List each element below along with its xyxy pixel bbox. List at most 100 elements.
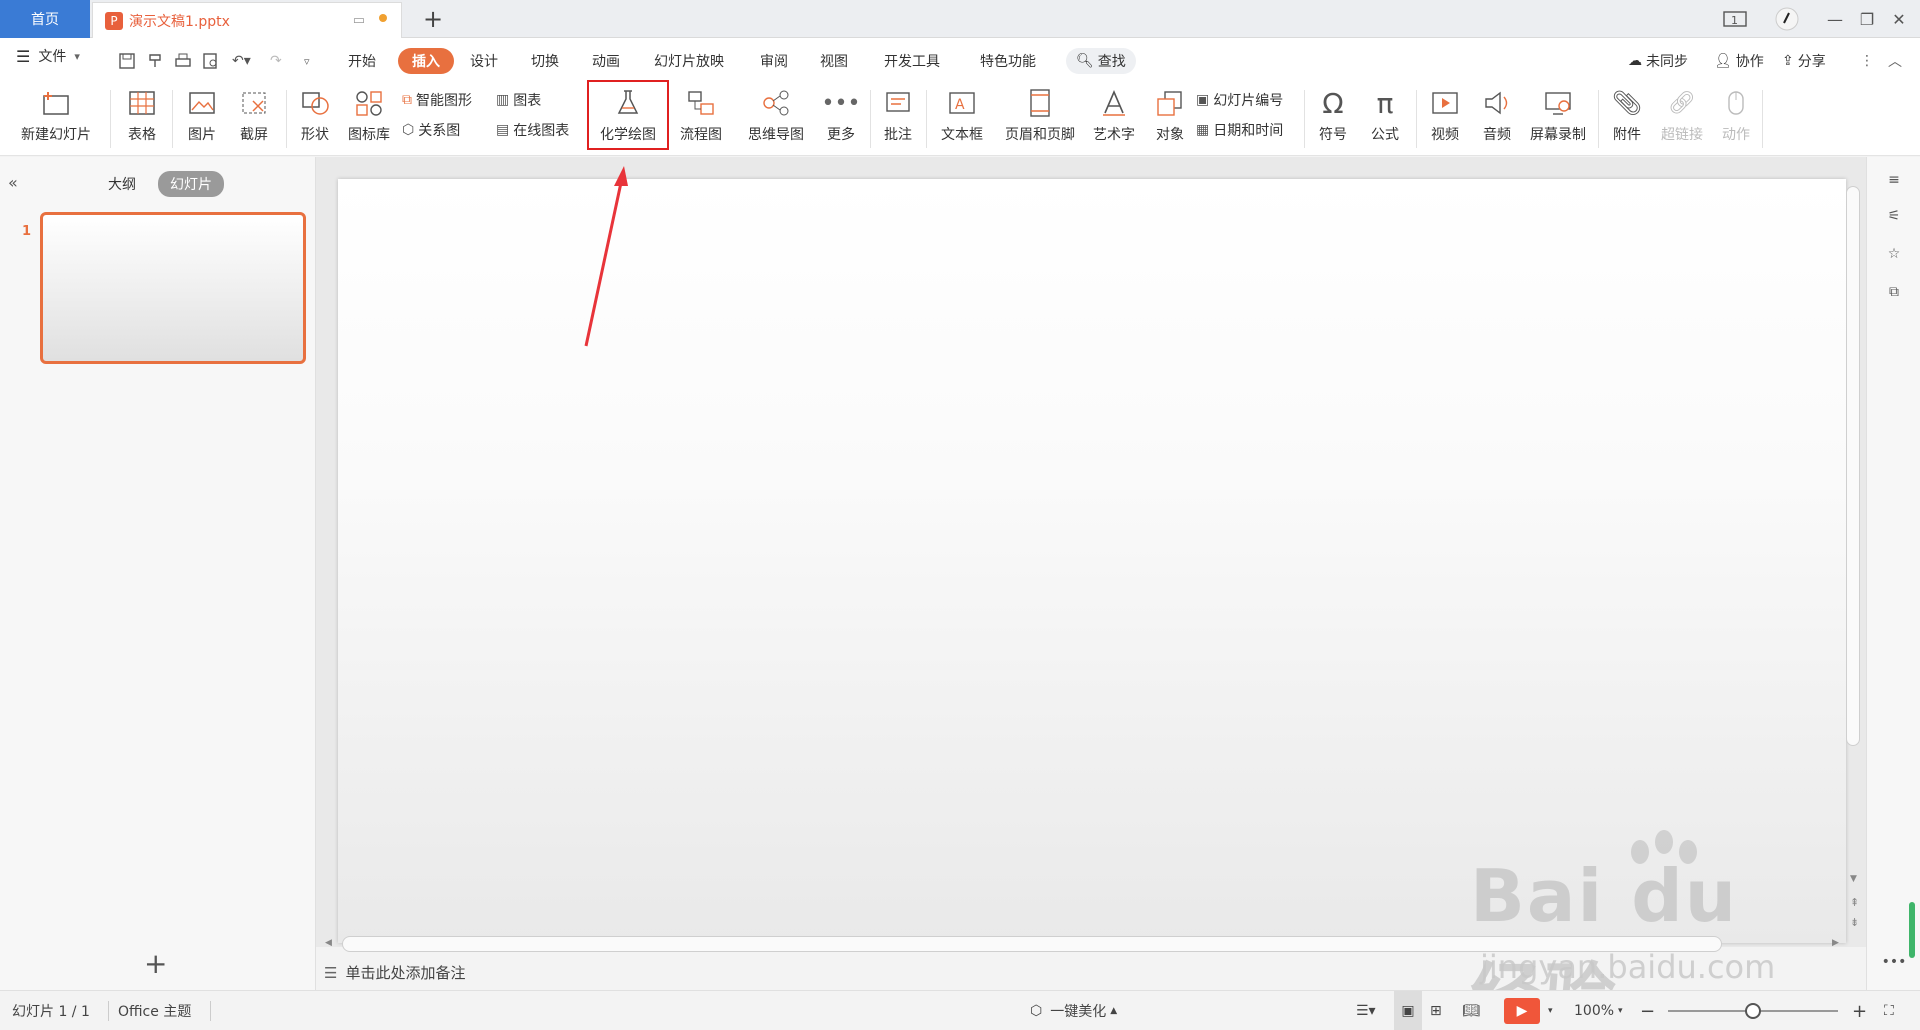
vertical-scrollbar[interactable] bbox=[1846, 186, 1860, 746]
file-menu[interactable]: 文件 bbox=[38, 46, 66, 66]
flowchart-button[interactable]: 流程图 bbox=[670, 82, 732, 156]
online-chart-button[interactable]: ▤ 在线图表 bbox=[496, 118, 569, 142]
next-slide-icon[interactable]: ⇟ bbox=[1850, 916, 1859, 929]
beautify-button[interactable]: ⬡ 一键美化 ▲ bbox=[1030, 991, 1117, 1030]
date-time-button[interactable]: ▦ 日期和时间 bbox=[1196, 118, 1283, 142]
table-button[interactable]: 表格 bbox=[118, 82, 166, 156]
shape-button[interactable]: 形状 bbox=[292, 82, 338, 156]
screenshot-button[interactable]: 截屏 bbox=[230, 82, 278, 156]
tab-slideshow[interactable]: 幻灯片放映 bbox=[654, 48, 724, 74]
menu-lines-icon[interactable]: ≡ bbox=[1881, 167, 1907, 193]
icon-library-button[interactable]: 图标库 bbox=[344, 82, 394, 156]
restore-icon[interactable]: ❐ bbox=[1852, 0, 1882, 38]
slide-canvas[interactable] bbox=[338, 179, 1846, 943]
transition-icon[interactable]: ⧉ bbox=[1881, 279, 1907, 305]
monitor-icon[interactable]: ▭ bbox=[353, 13, 365, 28]
more-options-icon[interactable]: ⋮ bbox=[1860, 48, 1874, 74]
slide-number-button[interactable]: ▣ 幻灯片编号 bbox=[1196, 88, 1283, 112]
tab-outline[interactable]: 大纲 bbox=[96, 171, 148, 197]
format-painter-icon[interactable] bbox=[146, 48, 164, 74]
tab-view[interactable]: 视图 bbox=[820, 48, 848, 74]
new-tab-button[interactable]: + bbox=[418, 4, 448, 34]
sync-status[interactable]: ☁ 未同步 bbox=[1628, 48, 1688, 74]
header-footer-button[interactable]: 页眉和页脚 bbox=[1000, 82, 1080, 156]
formula-button[interactable]: π 公式 bbox=[1362, 82, 1408, 156]
action-button[interactable]: 动作 bbox=[1716, 82, 1756, 156]
add-slide-icon[interactable]: + bbox=[144, 947, 167, 980]
zoom-out-icon[interactable]: − bbox=[1640, 991, 1655, 1030]
mind-map-button[interactable]: 思维导图 bbox=[738, 82, 814, 156]
notes-area[interactable]: ☰ 单击此处添加备注 bbox=[316, 955, 1866, 990]
wordart-button[interactable]: 艺术字 bbox=[1086, 82, 1142, 156]
zoom-in-icon[interactable]: + bbox=[1852, 991, 1867, 1030]
attachment-button[interactable]: 📎︎ 附件 bbox=[1604, 82, 1650, 156]
chart-button[interactable]: ▥ 图表 bbox=[496, 88, 541, 112]
scroll-right-icon[interactable]: ▶ bbox=[1832, 938, 1839, 948]
editing-area bbox=[316, 157, 1866, 947]
collapse-panel-icon[interactable]: « bbox=[8, 173, 18, 192]
object-button[interactable]: 对象 bbox=[1148, 82, 1192, 156]
tab-design[interactable]: 设计 bbox=[470, 48, 498, 74]
video-button[interactable]: 视频 bbox=[1422, 82, 1468, 156]
arrow-annotation bbox=[584, 166, 628, 347]
collaborate-button[interactable]: 👤︎ 协作 bbox=[1714, 48, 1764, 74]
tab-start[interactable]: 开始 bbox=[348, 48, 376, 74]
print-icon[interactable] bbox=[174, 48, 192, 74]
tab-document[interactable]: P 演示文稿1.pptx ▭ bbox=[92, 2, 402, 38]
hamburger-icon[interactable]: ☰ bbox=[16, 47, 30, 66]
tab-slides[interactable]: 幻灯片 bbox=[158, 171, 224, 197]
ribbon-separator bbox=[172, 90, 173, 148]
tab-count-icon[interactable]: 1 bbox=[1720, 0, 1750, 38]
quick-access-more-icon[interactable]: ▿ bbox=[304, 48, 310, 74]
zoom-select[interactable]: 100% ▾ bbox=[1574, 991, 1623, 1030]
tab-insert[interactable]: 插入 bbox=[398, 48, 454, 74]
scroll-down-icon[interactable]: ▼ bbox=[1850, 874, 1857, 884]
adjust-icon[interactable]: ⚟ bbox=[1881, 203, 1907, 229]
shape-icon bbox=[298, 86, 332, 120]
relation-chart-button[interactable]: ⬡ 关系图 bbox=[402, 118, 460, 142]
zoom-slider[interactable] bbox=[1668, 1003, 1838, 1019]
share-button[interactable]: ⇪ 分享 bbox=[1782, 48, 1826, 74]
star-icon[interactable]: ☆ bbox=[1881, 241, 1907, 267]
textbox-button[interactable]: A 文本框 bbox=[932, 82, 992, 156]
tab-transition[interactable]: 切换 bbox=[531, 48, 559, 74]
prev-slide-icon[interactable]: ⇞ bbox=[1850, 896, 1859, 909]
normal-view-icon[interactable]: ▣ bbox=[1394, 991, 1422, 1030]
scroll-left-icon[interactable]: ◀ bbox=[325, 938, 332, 948]
play-button[interactable]: ▶ ▾ bbox=[1504, 991, 1553, 1030]
hyperlink-button[interactable]: 🔗︎ 超链接 bbox=[1654, 82, 1710, 156]
comment-button[interactable]: 批注 bbox=[876, 82, 920, 156]
smart-art-button[interactable]: ⧉ 智能图形 bbox=[402, 88, 472, 112]
slide-thumbnail[interactable] bbox=[40, 212, 306, 364]
picture-button[interactable]: 图片 bbox=[180, 82, 224, 156]
more-dots-icon[interactable]: ••• bbox=[1881, 949, 1907, 975]
reading-view-icon[interactable]: 📖︎ bbox=[1462, 991, 1480, 1030]
collapse-ribbon-icon[interactable]: ︿ bbox=[1888, 48, 1902, 74]
close-icon[interactable]: ✕ bbox=[1884, 0, 1914, 38]
save-icon[interactable] bbox=[118, 48, 136, 74]
theme-name[interactable]: Office 主题 bbox=[118, 991, 191, 1030]
tab-special[interactable]: 特色功能 bbox=[980, 48, 1036, 74]
screen-record-button[interactable]: 屏幕录制 bbox=[1526, 82, 1590, 156]
symbol-button[interactable]: Ω 符号 bbox=[1310, 82, 1356, 156]
avatar[interactable] bbox=[1772, 0, 1802, 38]
horizontal-scrollbar[interactable] bbox=[342, 936, 1722, 952]
undo-icon[interactable]: ↶▾ bbox=[232, 48, 251, 74]
new-slide-button[interactable]: 新建幻灯片 bbox=[10, 82, 102, 156]
audio-button[interactable]: 音频 bbox=[1474, 82, 1520, 156]
print-preview-icon[interactable] bbox=[202, 48, 220, 74]
redo-icon[interactable]: ↷ bbox=[270, 48, 282, 74]
more-button[interactable]: ••• 更多 bbox=[818, 82, 864, 156]
tab-animation[interactable]: 动画 bbox=[592, 48, 620, 74]
chevron-down-icon[interactable]: ▾ bbox=[74, 50, 80, 63]
zoom-slider-thumb[interactable] bbox=[1745, 1003, 1761, 1019]
fit-window-icon[interactable]: ⛶ bbox=[1884, 991, 1894, 1030]
tab-home[interactable]: 首页 bbox=[0, 0, 90, 38]
minimize-icon[interactable]: — bbox=[1820, 0, 1850, 38]
tab-developer[interactable]: 开发工具 bbox=[884, 48, 940, 74]
side-indicator bbox=[1909, 902, 1915, 958]
tab-review[interactable]: 审阅 bbox=[760, 48, 788, 74]
grid-view-icon[interactable]: ⊞ bbox=[1430, 991, 1442, 1030]
notes-toggle-icon[interactable]: ☰▾ bbox=[1356, 991, 1376, 1030]
search-box[interactable]: 🔍︎ 查找 bbox=[1066, 48, 1136, 74]
